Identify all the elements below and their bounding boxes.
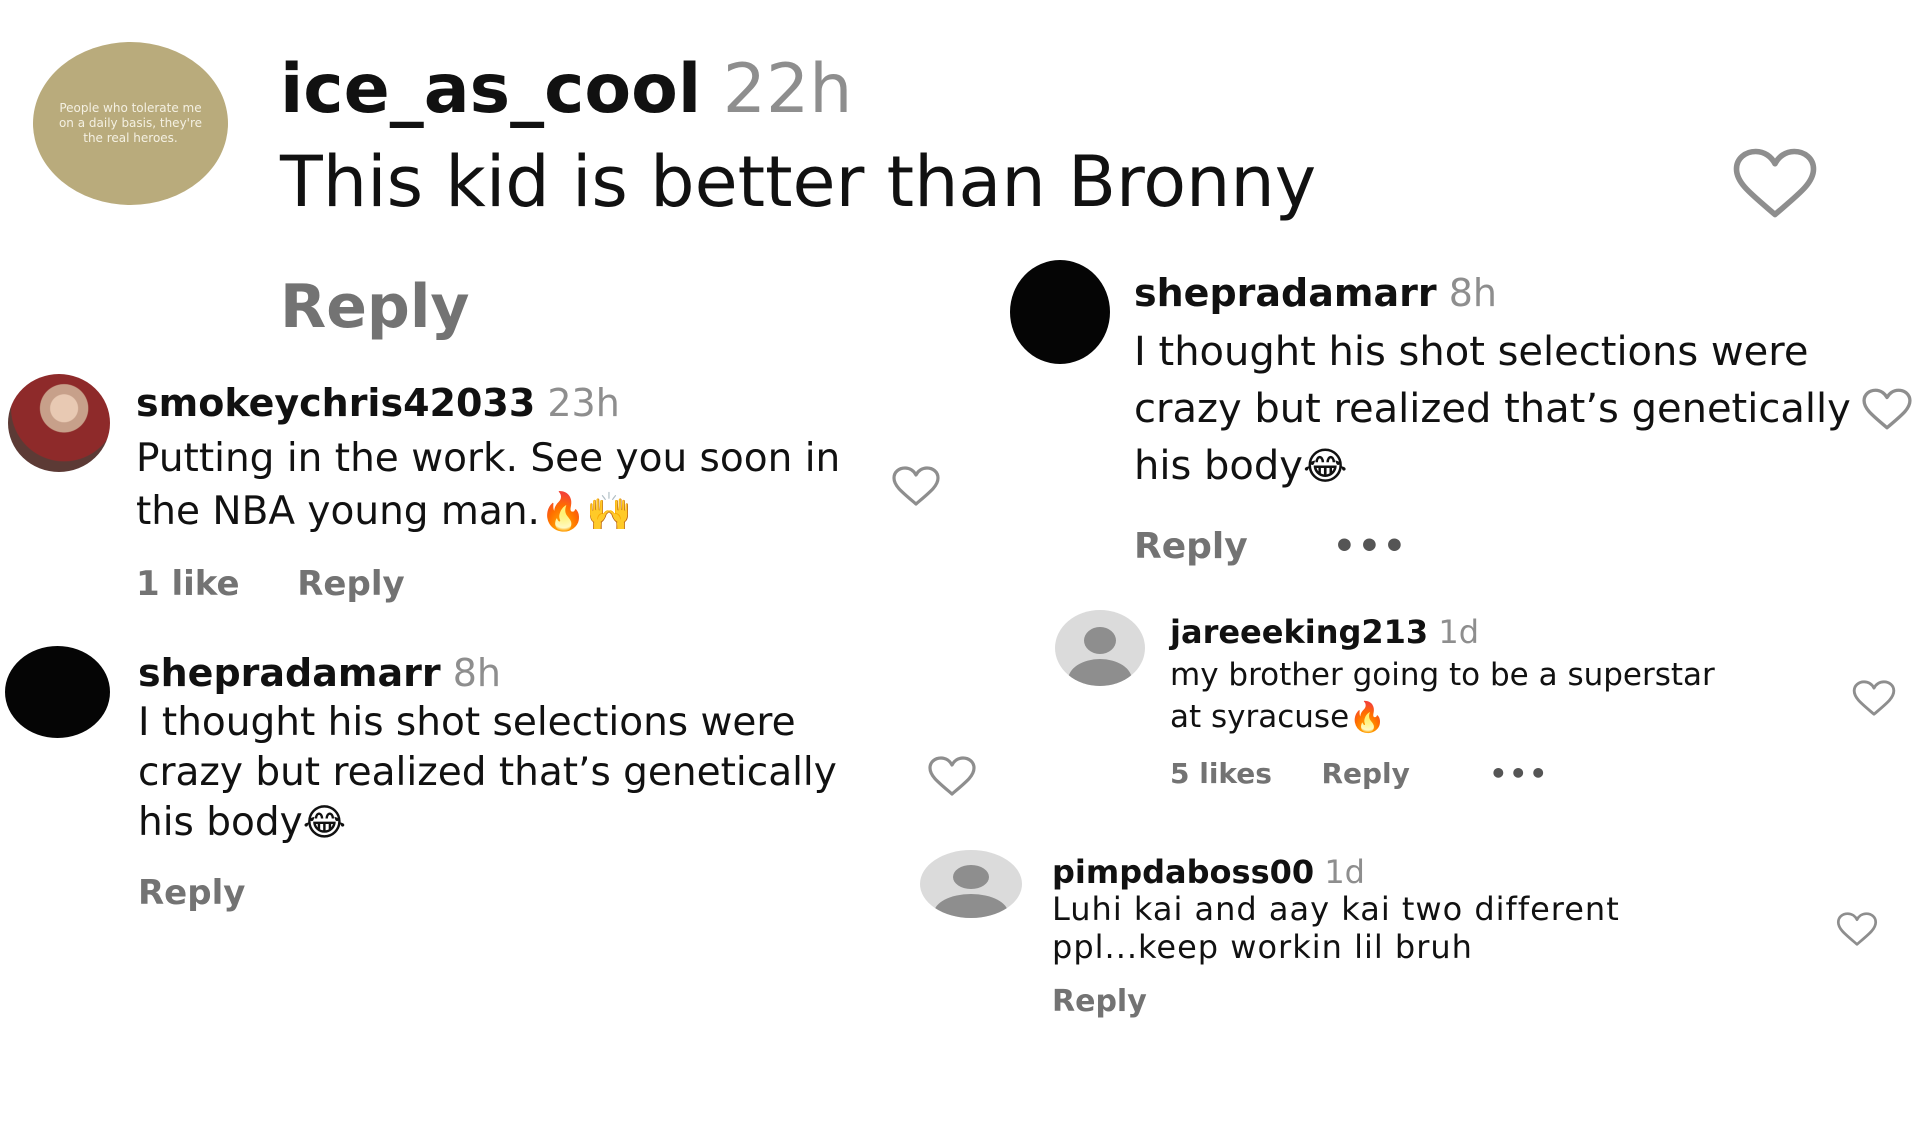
laughing-emoji: 😂 (302, 801, 347, 844)
comment-line-text: at syracuse (1170, 699, 1350, 735)
fire-raised-hands-emoji: 🔥🙌 (539, 490, 633, 533)
reply-button[interactable]: Reply (138, 872, 245, 914)
main-comment-text: This kid is better than Bronny (280, 141, 1317, 223)
avatar-head (952, 864, 990, 890)
like-heart-icon[interactable] (1832, 912, 1882, 946)
username[interactable]: shepradamarr (138, 651, 441, 695)
like-heart-icon[interactable] (1862, 388, 1912, 430)
reply-button[interactable]: Reply (1052, 984, 1147, 1020)
comment-header: jareeeking213 1d (1170, 612, 1479, 652)
comment-text: Putting in the work. See you soon in the… (136, 432, 840, 538)
like-heart-icon[interactable] (891, 466, 941, 506)
timestamp: 23h (547, 381, 620, 425)
timestamp: 22h (722, 50, 853, 129)
timestamp: 1d (1438, 613, 1480, 651)
username[interactable]: smokeychris42033 (136, 381, 535, 425)
comment-line: I thought his shot selections were (138, 700, 796, 745)
fire-emoji: 🔥 (1349, 700, 1386, 734)
main-comment-header: ice_as_cool 22h (280, 50, 852, 130)
comment-line-text: his body (138, 800, 303, 845)
likes-count[interactable]: 1 like (136, 564, 240, 604)
laughing-emoji: 😂 (1302, 444, 1348, 488)
username[interactable]: shepradamarr (1134, 271, 1437, 315)
reply-button[interactable]: Reply (1321, 757, 1409, 790)
likes-count[interactable]: 5 likes (1170, 757, 1272, 790)
comment-header: smokeychris42033 23h (136, 380, 620, 426)
more-dots-icon[interactable]: ••• (1333, 526, 1408, 567)
username[interactable]: jareeeking213 (1170, 613, 1428, 651)
comment-line-text: the NBA young man. (136, 489, 540, 534)
avatar-caption: People who tolerate me on a daily basis,… (58, 101, 203, 145)
comment-line-text: his body (1134, 443, 1303, 489)
more-dots-icon[interactable]: ••• (1489, 757, 1549, 790)
reply-button[interactable]: Reply (1134, 526, 1248, 567)
comment-line: my brother going to be a superstar (1170, 657, 1715, 693)
username[interactable]: ice_as_cool (280, 50, 701, 129)
default-avatar-icon[interactable] (1055, 610, 1145, 686)
comment-text: I thought his shot selections were crazy… (1134, 324, 1851, 495)
avatar-shepradamarr[interactable] (1010, 260, 1110, 364)
comment-line: Putting in the work. See you soon in (136, 436, 841, 481)
avatar-shepradamarr[interactable] (5, 646, 110, 738)
timestamp: 1d (1324, 853, 1365, 891)
comment-line: at syracuse🔥 (1170, 696, 1715, 738)
like-heart-icon[interactable] (927, 756, 977, 796)
like-heart-icon[interactable] (1852, 680, 1896, 716)
comment-header: pimpdaboss00 1d (1052, 852, 1365, 892)
comment-line: the NBA young man.🔥🙌 (136, 485, 840, 538)
comment-meta: 1 like Reply (136, 563, 405, 605)
timestamp: 8h (1448, 271, 1497, 315)
avatar-smokeychris[interactable] (8, 374, 110, 472)
comment-line: Luhi kai and aay kai two different (1052, 890, 1620, 928)
comment-line: ppl...keep workin lil bruh (1052, 928, 1473, 966)
comment-text: Luhi kai and aay kai two different ppl..… (1052, 890, 1620, 966)
timestamp: 8h (452, 651, 501, 695)
avatar-shoulders (1067, 658, 1133, 686)
comment-line: crazy but realized that’s genetically (1134, 386, 1851, 432)
default-avatar-icon[interactable] (920, 850, 1022, 918)
avatar-head (1083, 626, 1117, 655)
comment-text: my brother going to be a superstar at sy… (1170, 654, 1715, 738)
avatar-ice-as-cool[interactable]: People who tolerate me on a daily basis,… (33, 42, 228, 205)
comment-header: shepradamarr 8h (138, 650, 501, 696)
comment-text: I thought his shot selections were crazy… (138, 698, 837, 848)
comment-line: his body😂 (138, 798, 837, 848)
reply-button[interactable]: Reply (280, 272, 470, 342)
comment-line: crazy but realized that’s genetically (138, 750, 837, 795)
comment-meta: Reply ••• (1134, 524, 1408, 570)
reply-button[interactable]: Reply (297, 564, 404, 604)
comment-meta: 5 likes Reply ••• (1170, 756, 1549, 792)
comment-line: his body😂 (1134, 438, 1851, 495)
avatar-shoulders (934, 893, 1008, 918)
comment-line: I thought his shot selections were (1134, 329, 1809, 375)
username[interactable]: pimpdaboss00 (1052, 853, 1314, 891)
comment-header: shepradamarr 8h (1134, 270, 1497, 316)
like-heart-icon[interactable] (1728, 148, 1822, 218)
